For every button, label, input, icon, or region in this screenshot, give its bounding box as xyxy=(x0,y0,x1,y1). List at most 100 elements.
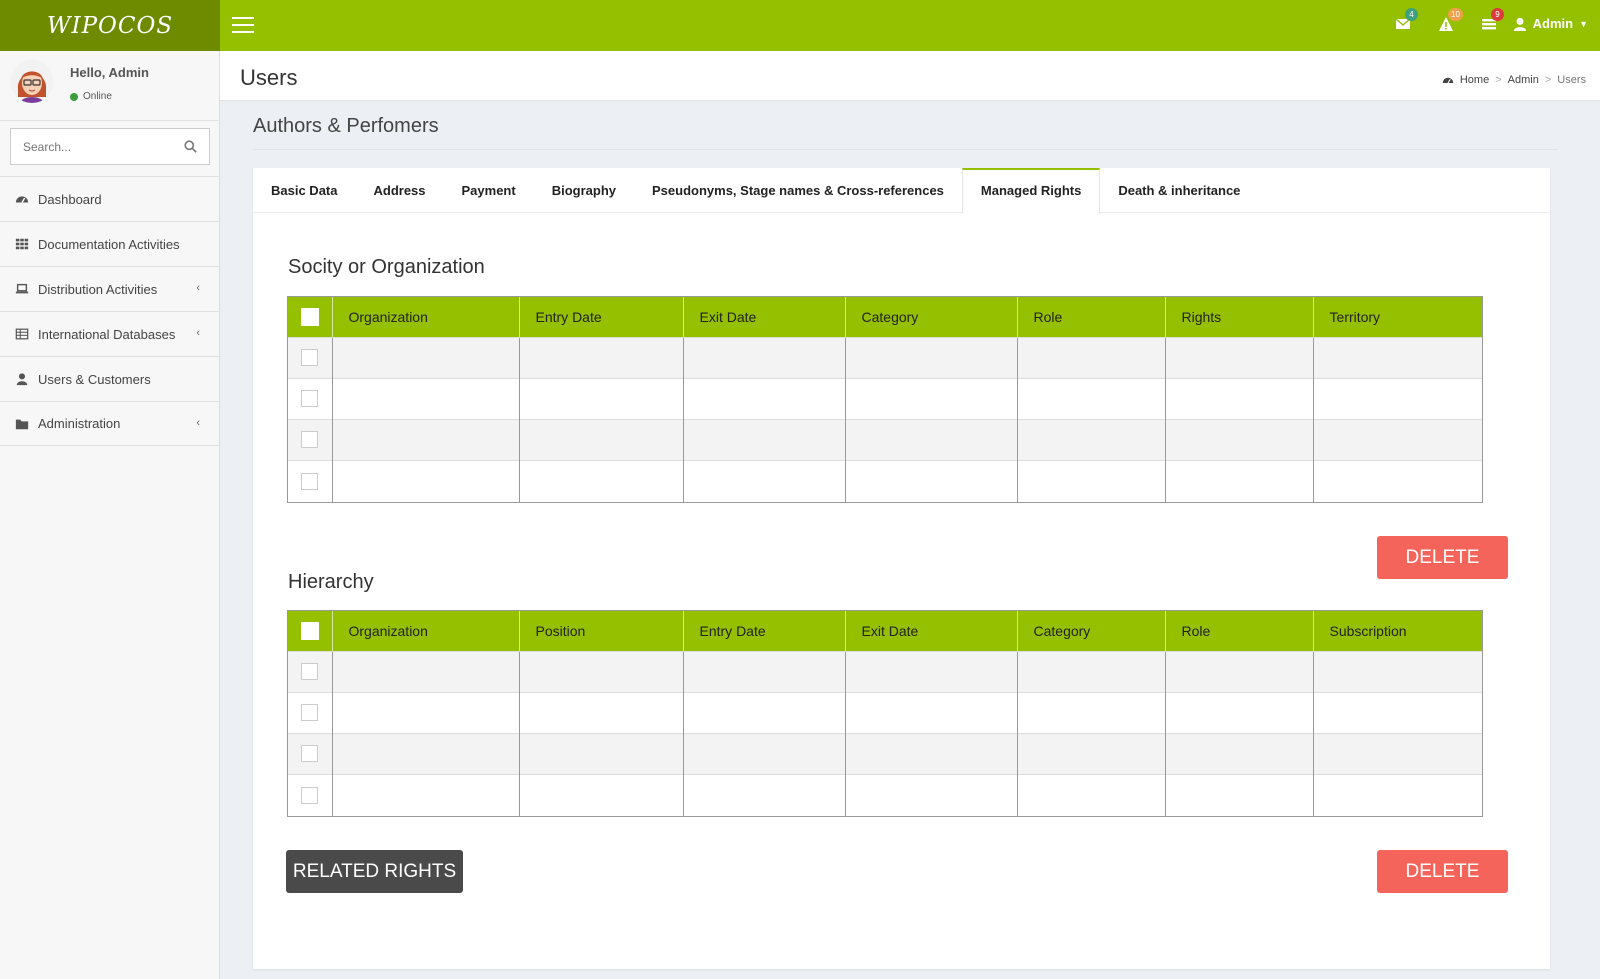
column-header[interactable]: Territory xyxy=(1313,297,1482,337)
table-icon xyxy=(15,327,29,341)
main-panel: Basic Data Address Payment Biography Pse… xyxy=(253,168,1550,969)
row-checkbox[interactable] xyxy=(301,390,319,408)
tab-bar: Basic Data Address Payment Biography Pse… xyxy=(253,168,1550,214)
column-header[interactable]: Category xyxy=(1017,611,1166,651)
user-panel: Hello, Admin Online xyxy=(0,51,219,121)
column-header[interactable]: Role xyxy=(1017,297,1166,337)
sidebar-item-distribution-activities[interactable]: Distribution Activities ‹ xyxy=(0,266,220,311)
grid-icon xyxy=(15,237,29,251)
row-checkbox[interactable] xyxy=(301,472,319,490)
sidebar-item-label: Documentation Activities xyxy=(38,236,180,252)
hierarchy-table: Organization Position Entry Date Exit Da… xyxy=(287,610,1483,817)
table-row[interactable] xyxy=(288,691,1482,734)
related-rights-button[interactable]: RELATED RIGHTS xyxy=(286,850,463,893)
caret-down-icon: ▼ xyxy=(1579,18,1588,29)
tasks-icon[interactable]: 9 xyxy=(1481,8,1504,36)
tab-payment[interactable]: Payment xyxy=(444,168,534,212)
tab-managed-rights[interactable]: Managed Rights xyxy=(961,168,1101,214)
row-checkbox[interactable] xyxy=(301,348,319,366)
search-icon[interactable] xyxy=(184,140,197,158)
sidebar-item-label: Dashboard xyxy=(38,191,102,207)
table-row[interactable] xyxy=(288,650,1482,693)
column-header[interactable]: Entry Date xyxy=(683,611,846,651)
sidebar-item-label: International Databases xyxy=(38,326,176,342)
laptop-icon xyxy=(15,282,29,296)
breadcrumb-home[interactable]: Home xyxy=(1460,74,1489,86)
tasks-count-badge: 9 xyxy=(1491,8,1504,21)
column-header[interactable]: Role xyxy=(1165,611,1314,651)
sidebar-item-dashboard[interactable]: Dashboard xyxy=(0,176,220,221)
column-header[interactable]: Rights xyxy=(1165,297,1314,337)
column-header[interactable]: Exit Date xyxy=(845,611,1018,651)
table-row[interactable] xyxy=(288,732,1482,775)
column-header[interactable]: Organization xyxy=(332,611,520,651)
sidebar-item-documentation-activities[interactable]: Documentation Activities xyxy=(0,221,220,266)
greeting-text: Hello, Admin xyxy=(70,65,149,80)
breadcrumb: Home > Admin > Users xyxy=(1442,74,1586,86)
select-all-checkbox[interactable] xyxy=(300,307,319,326)
dashboard-icon xyxy=(15,192,29,206)
row-checkbox[interactable] xyxy=(301,745,319,763)
delete-hierarchy-button[interactable]: DELETE xyxy=(1377,850,1508,893)
table-row[interactable] xyxy=(288,460,1482,502)
section-divider xyxy=(253,149,1558,150)
sidebar-item-users-customers[interactable]: Users & Customers xyxy=(0,356,220,401)
row-checkbox[interactable] xyxy=(301,431,319,449)
chevron-left-icon: ‹ xyxy=(196,327,200,339)
column-header[interactable]: Position xyxy=(519,611,684,651)
table-row[interactable] xyxy=(288,377,1482,420)
top-navbar: 4 10 9 Admin ▼ xyxy=(220,0,1600,51)
folder-icon xyxy=(15,417,29,431)
column-header[interactable]: Exit Date xyxy=(683,297,846,337)
sidebar-item-label: Users & Customers xyxy=(38,371,151,387)
table-row[interactable] xyxy=(288,774,1482,816)
column-header[interactable]: Organization xyxy=(332,297,520,337)
search-input[interactable] xyxy=(11,129,209,164)
tab-basic-data[interactable]: Basic Data xyxy=(253,168,355,212)
column-header[interactable]: Category xyxy=(845,297,1018,337)
sidebar-item-international-databases[interactable]: International Databases ‹ xyxy=(0,311,220,356)
chevron-left-icon: ‹ xyxy=(196,417,200,429)
sidebar-menu: Dashboard Documentation Activities Distr… xyxy=(0,176,220,446)
user-icon xyxy=(1513,17,1526,31)
warning-icon[interactable]: 10 xyxy=(1438,8,1463,36)
dashboard-icon xyxy=(1442,77,1454,84)
tab-biography[interactable]: Biography xyxy=(534,168,634,212)
breadcrumb-admin[interactable]: Admin xyxy=(1508,74,1539,86)
sidebar-search xyxy=(10,128,210,165)
tab-pseudonyms[interactable]: Pseudonyms, Stage names & Cross-referenc… xyxy=(634,168,962,212)
user-icon xyxy=(15,372,29,386)
breadcrumb-separator: > xyxy=(1544,74,1552,86)
table-row[interactable] xyxy=(288,418,1482,461)
tab-death-inheritance[interactable]: Death & inheritance xyxy=(1100,168,1258,212)
brand-logo[interactable]: WIPOCOS xyxy=(0,0,220,51)
content-header: Users Home > Admin > Users xyxy=(220,51,1600,101)
alerts-count-badge: 10 xyxy=(1448,8,1463,21)
mail-count-badge: 4 xyxy=(1405,8,1418,21)
society-table-title: Socity or Organization xyxy=(288,256,485,278)
row-checkbox[interactable] xyxy=(301,704,319,722)
sidebar-item-label: Administration xyxy=(38,416,121,431)
section-title: Authors & Perfomers xyxy=(253,115,439,137)
table-row[interactable] xyxy=(288,336,1482,379)
select-all-cell xyxy=(288,611,333,651)
row-checkbox[interactable] xyxy=(301,662,319,680)
hamburger-menu-icon[interactable] xyxy=(232,17,254,33)
row-checkbox[interactable] xyxy=(301,786,319,804)
select-all-checkbox[interactable] xyxy=(300,621,319,640)
page-title: Users xyxy=(240,65,298,90)
user-account-menu[interactable]: Admin ▼ xyxy=(1513,16,1588,31)
avatar xyxy=(10,59,54,103)
hierarchy-table-title: Hierarchy xyxy=(288,571,374,593)
select-all-cell xyxy=(288,297,333,337)
breadcrumb-separator: > xyxy=(1495,74,1502,86)
tab-address[interactable]: Address xyxy=(355,168,443,212)
sidebar-item-administration[interactable]: Administration ‹ xyxy=(0,401,220,446)
column-header[interactable]: Entry Date xyxy=(519,297,684,337)
mail-icon[interactable]: 4 xyxy=(1395,8,1418,36)
column-header[interactable]: Subscription xyxy=(1313,611,1482,651)
delete-society-button[interactable]: DELETE xyxy=(1377,536,1508,579)
online-status-label: Online xyxy=(83,91,112,102)
chevron-left-icon: ‹ xyxy=(196,282,200,294)
sidebar: Hello, Admin Online Dashboard xyxy=(0,51,220,979)
